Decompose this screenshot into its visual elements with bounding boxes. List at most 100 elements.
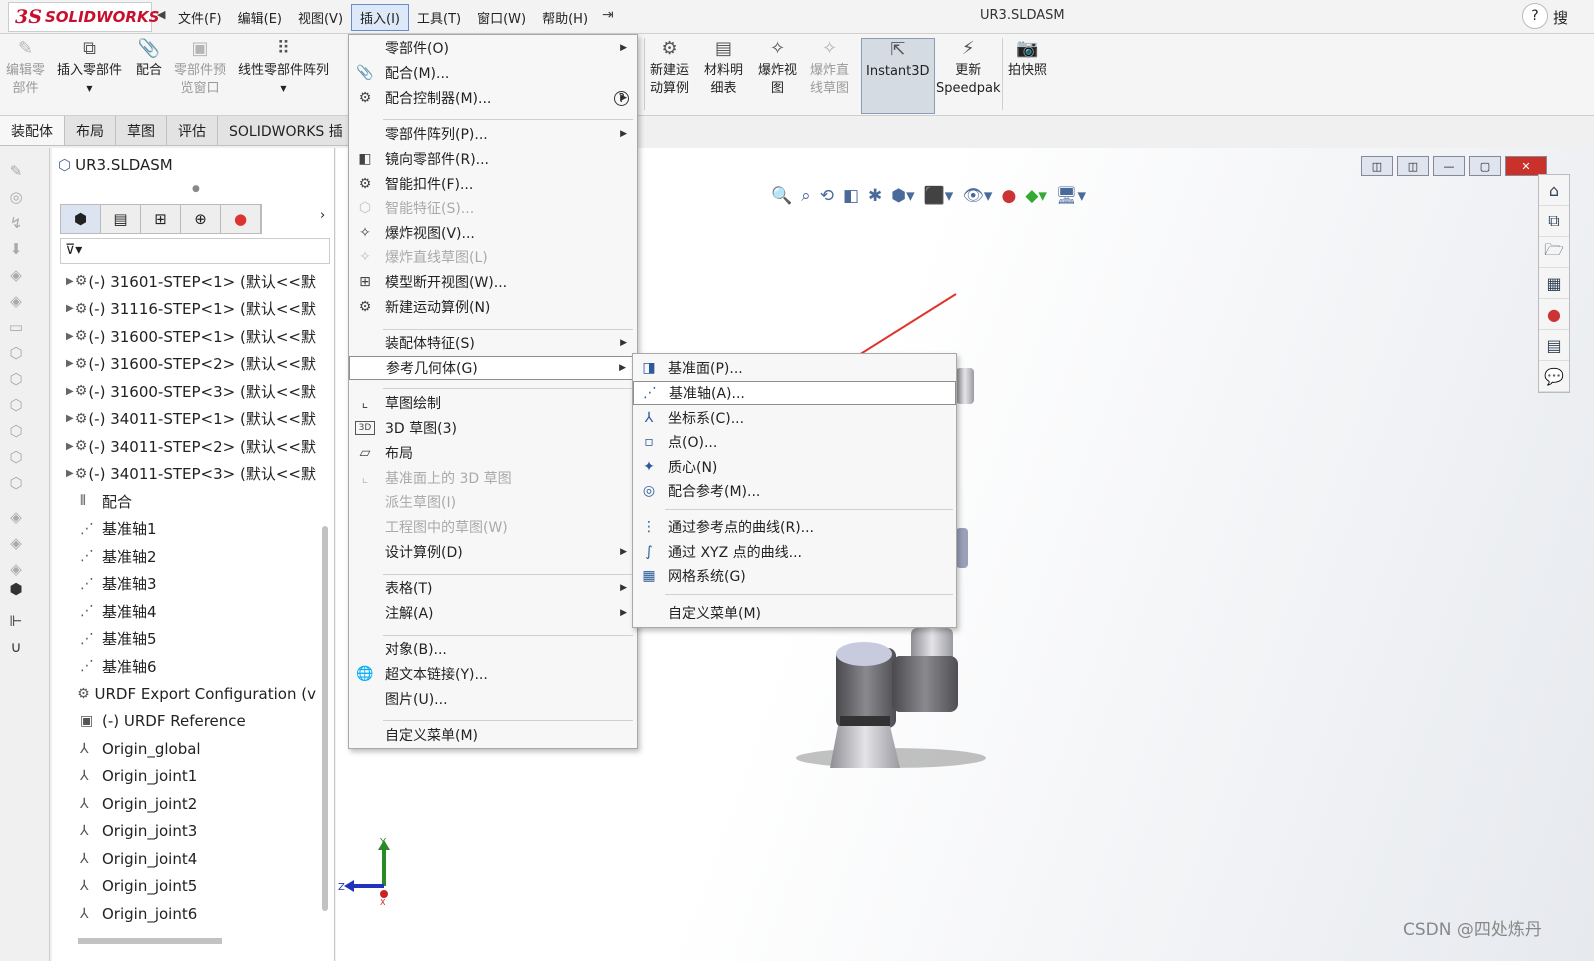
tree-horizontal-scrollbar[interactable] (78, 938, 222, 944)
insert-menu-item[interactable]: 装配体特征(S) ▶ (349, 331, 637, 355)
apply-scene-icon[interactable]: ◆▾ (1025, 186, 1047, 206)
tree-item-origin[interactable]: ⅄ Origin_joint4 (66, 846, 316, 872)
display-style-icon[interactable]: ⬛▾ (924, 186, 954, 206)
expand-arrow-icon[interactable]: ▶ (66, 386, 75, 397)
tree-scrollbar[interactable] (322, 526, 328, 911)
custom-properties-icon[interactable]: ▤ (1539, 330, 1569, 361)
help-icon[interactable]: ? (614, 90, 629, 106)
pin-icon[interactable]: ⇥ (602, 7, 614, 23)
reference-geometry-item[interactable]: ⋰ 基准轴(A)... (633, 381, 956, 405)
insert-menu-item[interactable]: ⌞ 草图绘制 (349, 391, 637, 415)
reference-geometry-item[interactable]: ⋮ 通过参考点的曲线(R)... (633, 515, 956, 539)
reference-geometry-item[interactable]: 自定义菜单(M) (633, 601, 956, 625)
tree-filter[interactable]: ⊽▾ (60, 238, 330, 264)
zoom-area-icon[interactable]: ⌕ (801, 186, 811, 206)
insert-menu-item[interactable]: 派生草图(I) (349, 490, 637, 514)
insert-menu-item[interactable]: 零部件阵列(P)... ▶ (349, 122, 637, 146)
insert-menu-item[interactable]: 参考几何体(G) ▶ (349, 356, 637, 380)
dropdown-icon[interactable]: ▼ (86, 80, 92, 98)
tool-icon[interactable]: ✎ (6, 162, 26, 180)
tool-icon[interactable]: ◈ (6, 292, 26, 310)
tree-item-origin[interactable]: ⅄ Origin_joint6 (66, 901, 316, 927)
tool-icon[interactable]: ⬡ (6, 344, 26, 362)
split-view-icon[interactable]: ◫ (1361, 156, 1393, 176)
explode-line-button[interactable]: ✧ 爆炸直 线草图 (810, 40, 849, 98)
insert-menu-item[interactable]: ▱ 布局 (349, 441, 637, 465)
expand-arrow-icon[interactable]: ▶ (66, 441, 75, 452)
tool-icon[interactable]: ◈ (6, 560, 26, 578)
tree-header[interactable]: ⬡ UR3.SLDASM (58, 156, 173, 174)
tool-icon[interactable]: ⬡ (6, 422, 26, 440)
tree-item-component[interactable]: ▶ ⚙ (-) 31600-STEP<2> (默认<<默 (66, 351, 316, 377)
tree-item-urdf-reference[interactable]: ▣ (-) URDF Reference (66, 708, 316, 734)
tool-icon[interactable]: ◈ (6, 508, 26, 526)
insert-menu-item[interactable]: ✧ 爆炸直线草图(L) (349, 245, 637, 269)
tool-icon[interactable]: ⬡ (6, 370, 26, 388)
insert-menu-item[interactable]: 🌐 超文本链接(Y)... (349, 662, 637, 686)
tree-item-origin[interactable]: ⅄ Origin_joint2 (66, 791, 316, 817)
tool-icon[interactable]: ⬡ (6, 448, 26, 466)
tree-item-axis[interactable]: ⋰ 基准轴5 (66, 626, 316, 652)
tool-icon[interactable]: ◎ (6, 188, 26, 206)
tree-item-origin[interactable]: ⅄ Origin_joint1 (66, 763, 316, 789)
insert-menu-item[interactable]: 对象(B)... (349, 637, 637, 661)
new-motion-study-button[interactable]: ⚙ 新建运 动算例 (650, 40, 689, 98)
edit-appearance-icon[interactable]: ● (1001, 186, 1016, 206)
menu-window[interactable]: 窗口(W) (469, 5, 534, 30)
insert-menu-item[interactable]: ⌞ 基准面上的 3D 草图 (349, 466, 637, 490)
tool-icon[interactable]: ◈ (6, 266, 26, 284)
search-label[interactable]: 搜 (1553, 7, 1568, 28)
dropdown-icon[interactable]: ▼ (280, 80, 286, 98)
tool-icon[interactable]: ▭ (6, 318, 26, 336)
insert-menu-item[interactable]: ✧ 爆炸视图(V)... (349, 221, 637, 245)
property-manager-tab-icon[interactable]: ▤ (101, 205, 141, 233)
previous-view-icon[interactable]: ⟲ (820, 186, 834, 206)
insert-menu-item[interactable]: 自定义菜单(M) (349, 723, 637, 747)
hide-show-icon[interactable]: 👁▾ (962, 186, 992, 206)
tree-item-axis[interactable]: ⋰ 基准轴1 (66, 516, 316, 542)
expand-arrow-icon[interactable]: ▶ (66, 413, 75, 424)
cube-icon[interactable]: ⬢ (6, 580, 26, 598)
reference-geometry-item[interactable]: ▫ 点(O)... (633, 430, 956, 454)
update-speedpak-button[interactable]: ⚡ 更新 Speedpak (936, 40, 1001, 98)
insert-components-button[interactable]: ⧉ 插入零部件 ▼ (57, 40, 122, 98)
reference-geometry-item[interactable]: ◨ 基准面(P)... (633, 356, 956, 380)
tab-assembly[interactable]: 装配体 (0, 116, 65, 145)
tree-item-origin[interactable]: ⅄ Origin_joint3 (66, 818, 316, 844)
tree-item-axis[interactable]: ⋰ 基准轴2 (66, 543, 316, 569)
exploded-view-button[interactable]: ✧ 爆炸视 图 (758, 40, 797, 98)
split-line-icon[interactable]: ⊩ (6, 612, 26, 630)
expand-arrow-icon[interactable]: ▶ (66, 303, 75, 314)
tree-item-component[interactable]: ▶ ⚙ (-) 31116-STEP<1> (默认<<默 (66, 296, 316, 322)
expand-arrow-icon[interactable]: ▶ (66, 331, 75, 342)
reference-geometry-item[interactable]: ✦ 质心(N) (633, 455, 956, 479)
home-icon[interactable]: ⌂ (1539, 175, 1569, 206)
display-manager-tab-icon[interactable]: ● (221, 205, 261, 233)
tool-icon[interactable]: ⬇ (6, 240, 26, 258)
minimize-button[interactable]: — (1433, 156, 1465, 176)
tree-item-urdf-config[interactable]: ⚙ URDF Export Configuration (v (66, 681, 316, 707)
linear-pattern-button[interactable]: ⠿ 线性零部件阵列 ▼ (238, 40, 329, 98)
insert-menu-item[interactable]: 设计算例(D) ▶ (349, 540, 637, 564)
insert-menu-item[interactable]: 表格(T) ▶ (349, 576, 637, 600)
tool-icon[interactable]: ⬡ (6, 474, 26, 492)
maximize-button[interactable]: ▢ (1469, 156, 1501, 176)
tree-item-axis[interactable]: ⋰ 基准轴3 (66, 571, 316, 597)
menu-collapse-icon[interactable]: ◀ (157, 8, 165, 21)
expand-arrow-icon[interactable]: ▶ (66, 468, 75, 479)
menu-insert[interactable]: 插入(I) (351, 3, 410, 31)
tree-item-component[interactable]: ▶ ⚙ (-) 31601-STEP<1> (默认<<默 (66, 268, 316, 294)
insert-menu-item[interactable]: ⚙ 配合控制器(M)... ▶? (349, 86, 637, 110)
reference-geometry-item[interactable]: ∫ 通过 XYZ 点的曲线... (633, 540, 956, 564)
insert-menu-item[interactable]: 注解(A) ▶ (349, 601, 637, 625)
file-explorer-icon[interactable]: 🗁 (1539, 237, 1569, 268)
chevron-right-icon[interactable]: › (320, 208, 325, 223)
feature-manager-tab-icon[interactable]: ⬢ (61, 205, 101, 233)
mate-button[interactable]: 📎 配合 (136, 40, 162, 80)
tab-layout[interactable]: 布局 (65, 116, 116, 145)
insert-menu-item[interactable]: 零部件(O) ▶ (349, 36, 637, 60)
component-preview-button[interactable]: ▣ 零部件预 览窗口 (174, 40, 226, 98)
tree-item-component[interactable]: ▶ ⚙ (-) 31600-STEP<1> (默认<<默 (66, 323, 316, 349)
expand-arrow-icon[interactable]: ▶ (66, 358, 75, 369)
tree-item-axis[interactable]: ⋰ 基准轴6 (66, 653, 316, 679)
